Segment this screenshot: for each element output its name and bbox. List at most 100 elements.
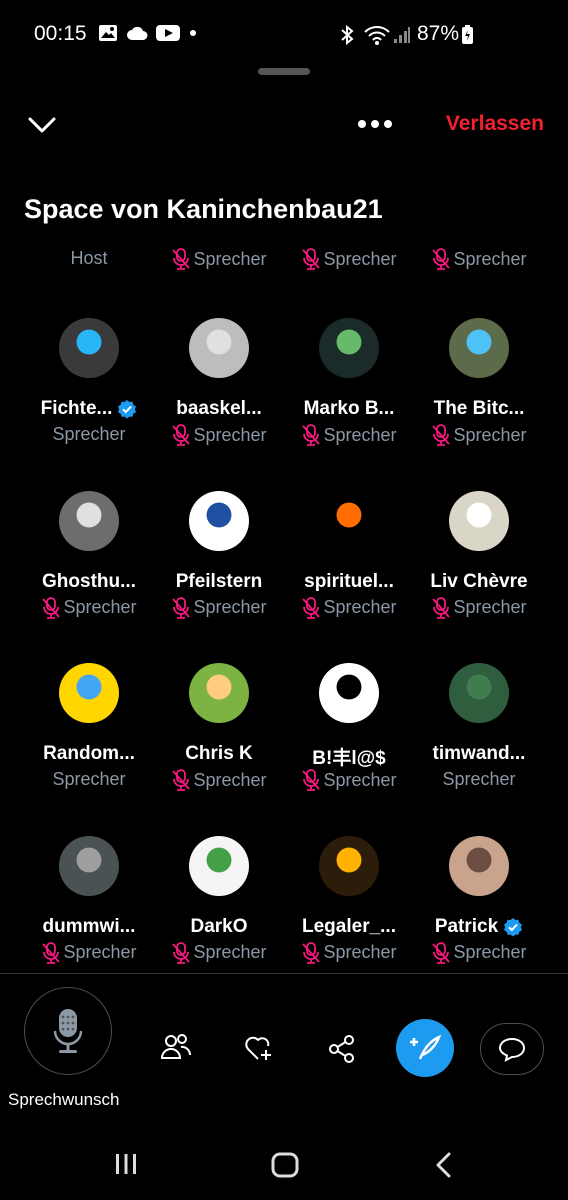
role-text: Host — [70, 248, 108, 268]
participant-role: Sprecher — [24, 424, 154, 445]
participant-card[interactable]: The Bitc... Sprecher — [414, 318, 544, 468]
avatar[interactable] — [189, 490, 249, 551]
avatar[interactable] — [59, 490, 119, 551]
android-nav-bar — [0, 1130, 568, 1200]
avatar[interactable] — [59, 835, 119, 896]
participant-name-text: Fichte... — [40, 398, 113, 419]
participant-name: DarkO — [154, 916, 284, 938]
participant-name: Patrick — [414, 916, 544, 938]
muted-mic-icon — [302, 596, 321, 619]
participant-card[interactable]: Fichte... Sprecher — [24, 318, 154, 468]
participant-role: Sprecher — [414, 941, 544, 964]
back-icon[interactable] — [434, 1152, 452, 1178]
participant-card[interactable]: Marko B... Sprecher — [284, 318, 414, 468]
avatar[interactable] — [189, 318, 249, 378]
participant-role: Sprecher — [284, 596, 414, 619]
participant-role: Sprecher — [414, 769, 544, 790]
participant-role-text: Sprecher — [323, 769, 397, 790]
participant-name: Fichte... — [24, 398, 154, 420]
heart-plus-icon[interactable] — [244, 1034, 276, 1062]
share-icon[interactable] — [328, 1035, 356, 1063]
muted-mic-icon — [432, 248, 451, 270]
participant-name: Liv Chèvre — [414, 571, 544, 593]
avatar[interactable] — [319, 490, 379, 551]
participant-role-text: Sprecher — [323, 942, 397, 962]
avatar[interactable] — [449, 318, 509, 378]
participant-card[interactable]: B!丰l@$ Sprecher — [284, 663, 414, 813]
participant-role: Sprecher — [284, 769, 414, 791]
participant-name: Legaler_... — [284, 916, 414, 938]
participant-name-text: dummwi... — [42, 915, 136, 937]
request-to-speak-button[interactable] — [24, 987, 112, 1075]
participant-card[interactable]: DarkO Sprecher — [154, 835, 284, 986]
participant-role: Sprecher — [284, 424, 414, 446]
participant-name: The Bitc... — [414, 398, 544, 420]
participant-name: Chris K — [154, 743, 284, 765]
participant-card[interactable]: Liv Chèvre Sprecher — [414, 490, 544, 641]
participant-name-text: Pfeilstern — [175, 570, 263, 592]
participant-card[interactable]: Random... Sprecher — [24, 663, 154, 813]
role-text: Sprecher — [323, 248, 397, 269]
battery-icon — [462, 25, 473, 44]
role-text: Sprecher — [453, 248, 527, 269]
divider — [0, 973, 568, 974]
status-notification-icons — [98, 24, 198, 42]
more-options-icon[interactable] — [357, 114, 393, 134]
muted-mic-icon — [302, 248, 321, 270]
role-text: Sprecher — [193, 248, 267, 269]
home-icon[interactable] — [271, 1152, 299, 1178]
participant-card[interactable]: spirituel... Sprecher — [284, 490, 414, 641]
avatar[interactable] — [449, 663, 509, 723]
participant-name-text: Chris K — [185, 743, 253, 764]
participant-role: Sprecher — [154, 769, 284, 791]
participant-card[interactable]: Patrick Sprecher — [414, 835, 544, 986]
avatar[interactable] — [319, 835, 379, 896]
participant-card[interactable]: baaskel... Sprecher — [154, 318, 284, 468]
participant-card[interactable]: Ghosthu... Sprecher — [24, 490, 154, 641]
leave-button[interactable]: Verlassen — [446, 112, 544, 136]
role-label: Sprecher — [284, 248, 414, 270]
participant-card[interactable]: Pfeilstern Sprecher — [154, 490, 284, 641]
participant-role-text: Sprecher — [193, 769, 267, 790]
avatar[interactable] — [59, 663, 119, 723]
wifi-icon — [364, 26, 390, 45]
avatar[interactable] — [189, 663, 249, 723]
sheet-drag-handle[interactable] — [258, 68, 310, 75]
participant-name: baaskel... — [154, 398, 284, 420]
participant-name-text: Patrick — [434, 915, 499, 937]
people-icon[interactable] — [160, 1033, 192, 1061]
dot-icon — [190, 30, 196, 36]
space-top-bar: Verlassen — [0, 100, 568, 150]
participant-card[interactable]: Legaler_... Sprecher — [284, 835, 414, 986]
avatar[interactable] — [59, 318, 119, 378]
chevron-down-icon[interactable] — [26, 112, 58, 136]
participant-card[interactable]: timwand... Sprecher — [414, 663, 544, 813]
cloud-icon — [127, 26, 148, 40]
avatar[interactable] — [189, 835, 249, 896]
verified-badge-icon — [118, 400, 137, 419]
role-label: Sprecher — [154, 248, 284, 270]
muted-mic-icon — [172, 424, 191, 446]
participant-name: spirituel... — [284, 571, 414, 593]
chat-button[interactable] — [480, 1023, 544, 1075]
compose-post-button[interactable] — [396, 1019, 454, 1077]
participant-role: Sprecher — [284, 941, 414, 964]
avatar[interactable] — [449, 835, 509, 896]
participant-name-text: spirituel... — [304, 570, 394, 592]
participant-role-text: Sprecher — [63, 597, 137, 617]
recent-apps-icon[interactable] — [114, 1152, 138, 1176]
bottom-bar: Sprechwunsch — [0, 985, 568, 1125]
muted-mic-icon — [172, 248, 191, 270]
participant-card[interactable]: Chris K Sprecher — [154, 663, 284, 813]
microphone-icon — [53, 1009, 83, 1053]
participant-card[interactable]: dummwi... Sprecher — [24, 835, 154, 986]
avatar[interactable] — [319, 663, 379, 723]
space-title: Space von Kaninchenbau21 — [24, 194, 383, 224]
participant-name-text: Random... — [43, 743, 135, 764]
muted-mic-icon — [432, 596, 451, 619]
chat-bubble-icon — [498, 1037, 526, 1062]
muted-mic-icon — [432, 424, 451, 446]
avatar[interactable] — [449, 490, 509, 551]
participant-role-text: Sprecher — [193, 597, 267, 617]
avatar[interactable] — [319, 318, 379, 378]
